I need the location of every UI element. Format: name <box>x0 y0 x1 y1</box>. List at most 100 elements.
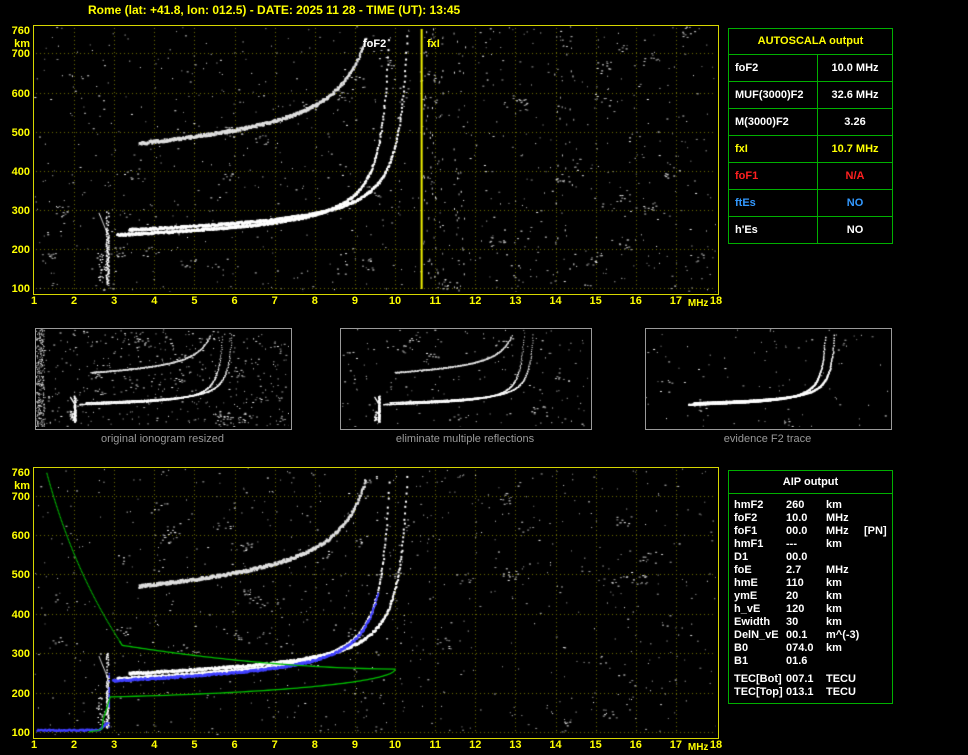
autoscala-param: h'Es <box>729 217 818 243</box>
aip-row-D1: D1 00.0 <box>729 551 892 564</box>
processing-thumbnail-1 <box>35 328 292 430</box>
autoscala-row-6: ftEs NO <box>729 190 892 217</box>
aip-u-cell: MHz <box>826 512 849 524</box>
aip-n-cell: hmF2 <box>734 499 764 511</box>
aip-u-cell: km <box>826 603 842 615</box>
aip-n-cell: ymE <box>734 590 758 602</box>
bottom-plot-x-tick-1: 1 <box>30 739 38 751</box>
aip-u-cell: MHz <box>826 525 849 537</box>
aip-v-cell: 007.1 <box>786 673 814 685</box>
aip-n-cell: Ewidth <box>734 616 771 628</box>
bottom-plot-x-tick-2: 2 <box>71 739 78 751</box>
aip-row-foF2: foF2 10.0 MHz <box>729 512 892 525</box>
bottom-plot-x-tick-9: 9 <box>351 739 358 751</box>
autoscala-value: 3.26 <box>844 116 866 128</box>
bottom-plot-x-tick-4: 4 <box>151 739 158 751</box>
autoscala-row-7: h'Es NO <box>729 217 892 243</box>
bottom-plot-x-tick-15: 15 <box>589 739 602 751</box>
autoscala-param: fxI <box>729 136 818 162</box>
aip-table-title: AIP output <box>729 471 892 494</box>
top-plot-x-tick-11: 11 <box>429 295 441 307</box>
bottom-plot-y-tick-200: 200 <box>11 687 30 700</box>
top-plot-x-tick-7: 7 <box>271 295 278 307</box>
aip-v-cell: 30 <box>786 616 799 628</box>
aip-n-cell: hmE <box>734 577 758 589</box>
top-plot-y-tick-600: 600 <box>11 87 30 100</box>
bottom-plot-x-tick-13: 13 <box>509 739 522 751</box>
aip-n-cell: foE <box>734 564 752 576</box>
bottom-plot-y-tick-300: 300 <box>11 648 30 661</box>
aip-n-cell: h_vE <box>734 603 761 615</box>
aip-x-cell <box>864 673 892 686</box>
autoscala-param: M(3000)F2 <box>729 109 818 135</box>
top-plot-x-tick-18: 18 <box>709 295 723 307</box>
top-plot-x-tick-1: 1 <box>30 295 38 307</box>
autoscala-value: N/A <box>845 170 865 182</box>
bottom-plot-x-tick-5: 5 <box>191 739 198 751</box>
bottom-ionogram-plot <box>33 467 719 739</box>
processing-thumbnail-canvas-2 <box>341 329 589 427</box>
processing-thumbnail-3 <box>645 328 892 430</box>
bottom-plot-x-tick-16: 16 <box>629 739 642 751</box>
processing-thumbnail-canvas-1 <box>36 329 289 427</box>
aip-u-cell: km <box>826 499 842 511</box>
top-plot-y-unit-label: km <box>14 38 30 50</box>
aip-x-cell <box>864 538 892 551</box>
aip-row-ymE: ymE 20 km <box>729 590 892 603</box>
aip-n-cell: hmF1 <box>734 538 764 550</box>
aip-row-hmF1: hmF1 --- km <box>729 538 892 551</box>
aip-v-cell: 00.0 <box>786 525 808 537</box>
aip-x-cell <box>864 577 892 590</box>
aip-n-cell: TEC[Top] <box>734 686 783 698</box>
autoscala-value: 10.0 MHz <box>831 62 879 74</box>
top-plot-x-tick-2: 2 <box>71 295 78 307</box>
aip-row-Ewidth: Ewidth 30 km <box>729 616 892 629</box>
aip-u-cell <box>826 551 864 564</box>
processing-thumbnail-canvas-3 <box>646 329 889 427</box>
top-plot-x-tick-17: 17 <box>669 295 682 307</box>
bottom-plot-x-tick-10: 10 <box>388 739 402 751</box>
aip-x-cell <box>864 616 892 629</box>
aip-v-cell: 260 <box>786 499 805 511</box>
bottom-plot-x-tick-14: 14 <box>549 739 562 751</box>
autoscala-row-5: foF1 N/A <box>729 163 892 190</box>
bottom-plot-x-tick-18: 18 <box>709 739 723 751</box>
aip-v-cell: 10.0 <box>786 512 808 524</box>
autoscala-param: MUF(3000)F2 <box>729 82 818 108</box>
foF2-trace-label: foF2 <box>363 38 387 50</box>
aip-n-cell: D1 <box>734 551 749 563</box>
aip-x-cell <box>864 499 892 512</box>
aip-output-table: AIP output hmF2 260 km foF2 10.0 MHz foF1 00.0 M… <box>728 470 893 704</box>
bottom-plot-x-tick-8: 8 <box>311 739 318 751</box>
bottom-plot-x-tick-11: 11 <box>429 739 441 751</box>
top-plot-x-tick-16: 16 <box>629 295 642 307</box>
autoscala-param: foF1 <box>729 163 818 189</box>
aip-v-cell: 2.7 <box>786 564 802 576</box>
aip-row-B0: B0 074.0 km <box>729 642 892 655</box>
aip-u-cell: m^(-3) <box>826 629 860 641</box>
aip-x-cell: [PN] <box>864 525 887 537</box>
aip-n-cell: TEC[Bot] <box>734 673 782 685</box>
autoscala-value: NO <box>846 197 864 209</box>
bottom-ionogram-canvas <box>34 468 716 736</box>
aip-row-hmF2: hmF2 260 km <box>729 499 892 512</box>
aip-row-TEC[Bot]: TEC[Bot] 007.1 TECU <box>729 673 892 686</box>
aip-n-cell: foF1 <box>734 525 758 537</box>
aip-u-cell: TECU <box>826 686 856 698</box>
aip-row-TEC[Top]: TEC[Top] 013.1 TECU <box>729 686 892 699</box>
bottom-plot-x-tick-7: 7 <box>271 739 278 751</box>
thumbnail-caption-2: eliminate multiple reflections <box>395 433 535 445</box>
bottom-plot-y-tick-100: 100 <box>11 727 30 739</box>
autoscala-param: foF2 <box>729 55 818 81</box>
aip-row-foE: foE 2.7 MHz <box>729 564 892 577</box>
aip-table-rows: hmF2 260 km foF2 10.0 MHz foF1 00.0 MHz [PN] hmF1 -… <box>729 499 892 699</box>
aip-u-cell: km <box>826 538 842 550</box>
aip-n-cell: B0 <box>734 642 749 654</box>
autoscala-value: NO <box>846 224 864 236</box>
autoscala-param: ftEs <box>729 190 818 216</box>
bottom-plot-x-unit-label: MHz <box>687 742 709 753</box>
top-plot-x-unit-label: MHz <box>687 298 709 309</box>
autoscala-row-3: M(3000)F2 3.26 <box>729 109 892 136</box>
autoscala-row-1: foF2 10.0 MHz <box>729 55 892 82</box>
top-plot-y-tick-700: 700 <box>11 48 30 61</box>
